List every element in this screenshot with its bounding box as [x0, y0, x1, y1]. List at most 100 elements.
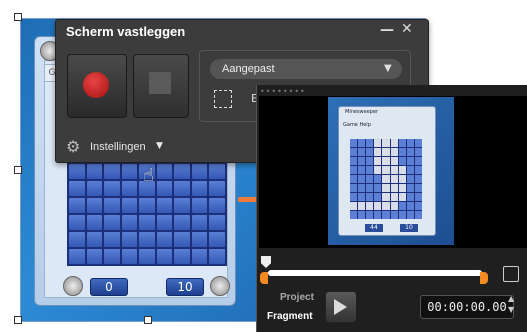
mine-cell[interactable]	[156, 181, 173, 196]
preview-cell	[366, 193, 374, 201]
preview-cell	[366, 175, 374, 183]
close-icon[interactable]: ✕	[401, 21, 413, 37]
mine-cell[interactable]	[104, 249, 120, 264]
mine-cell[interactable]	[174, 215, 190, 230]
timecode-down-icon[interactable]: ▼	[508, 305, 514, 314]
mine-cell[interactable]	[191, 198, 208, 213]
mine-cell[interactable]	[191, 249, 208, 264]
mine-cell[interactable]	[139, 249, 155, 264]
gear-icon[interactable]: ⚙	[66, 137, 80, 156]
timeline-track[interactable]	[268, 270, 482, 276]
minimize-icon[interactable]: —	[380, 22, 394, 38]
preview-cell	[382, 193, 390, 201]
selection-handle[interactable]	[14, 166, 22, 174]
mine-cell[interactable]	[86, 181, 103, 196]
mine-cell[interactable]	[121, 215, 138, 230]
mine-cell[interactable]	[156, 164, 173, 179]
mine-cell[interactable]	[104, 198, 120, 213]
mine-cell[interactable]	[69, 249, 85, 264]
mine-cell[interactable]	[156, 232, 173, 247]
preview-cell	[374, 202, 382, 210]
mine-cell[interactable]	[209, 164, 225, 179]
mine-cell[interactable]	[191, 164, 208, 179]
mine-cell[interactable]	[69, 198, 85, 213]
capture-mode-dropdown[interactable]: Aangepast	[210, 59, 402, 79]
preview-cell	[350, 211, 358, 219]
mine-cell[interactable]	[209, 198, 225, 213]
preview-cell	[366, 202, 374, 210]
trim-end-handle[interactable]	[480, 272, 488, 284]
preview-cell	[398, 184, 406, 192]
preview-cell	[358, 139, 366, 147]
mine-cell[interactable]	[104, 164, 120, 179]
project-label[interactable]: Project	[280, 292, 314, 303]
preview-cell	[350, 166, 358, 174]
mine-cell[interactable]	[191, 232, 208, 247]
preview-cell	[374, 166, 382, 174]
preview-cell	[406, 193, 414, 201]
timer-counter: 10	[166, 278, 204, 296]
preview-cell	[366, 157, 374, 165]
preview-cell	[390, 202, 398, 210]
selection-handle[interactable]	[14, 316, 22, 324]
timecode-field[interactable]: 00:00:00.00	[420, 295, 514, 319]
mine-cell[interactable]	[209, 181, 225, 196]
settings-chevron-icon: ▼	[156, 141, 163, 151]
mine-cell[interactable]	[139, 232, 155, 247]
mine-cell[interactable]	[121, 164, 138, 179]
mine-cell[interactable]	[86, 249, 103, 264]
preview-cell	[382, 166, 390, 174]
mine-cell[interactable]	[139, 198, 155, 213]
mine-cell[interactable]	[69, 181, 85, 196]
mine-cell[interactable]	[174, 198, 190, 213]
mine-cell[interactable]	[174, 181, 190, 196]
mine-cell[interactable]	[156, 249, 173, 264]
mine-cell[interactable]	[121, 198, 138, 213]
mine-cell[interactable]	[86, 198, 103, 213]
fragment-label[interactable]: Fragment	[267, 311, 313, 322]
selection-handle[interactable]	[14, 13, 22, 21]
mine-cell[interactable]	[86, 215, 103, 230]
mine-cell[interactable]	[191, 215, 208, 230]
mine-cell[interactable]	[121, 249, 138, 264]
mine-cell[interactable]	[209, 232, 225, 247]
mine-cell[interactable]	[86, 164, 103, 179]
mine-cell[interactable]	[139, 215, 155, 230]
preview-cell	[382, 184, 390, 192]
mine-cell[interactable]	[104, 232, 120, 247]
mine-cell[interactable]	[156, 215, 173, 230]
timecode-up-icon[interactable]: ▲	[508, 294, 514, 303]
mine-cell[interactable]	[69, 164, 85, 179]
region-select-icon[interactable]	[214, 90, 232, 108]
preview-cell	[350, 184, 358, 192]
mine-cell[interactable]	[121, 232, 138, 247]
mine-cell[interactable]	[104, 215, 120, 230]
preview-cell	[358, 148, 366, 156]
record-icon	[83, 72, 109, 98]
panel-grip[interactable]: ••••••••	[260, 87, 306, 96]
preview-cell	[398, 193, 406, 201]
preview-cell	[398, 202, 406, 210]
copy-icon[interactable]	[503, 266, 519, 282]
preview-minesweeper-grid	[350, 139, 422, 219]
mine-cell[interactable]	[69, 215, 85, 230]
preview-cell	[350, 148, 358, 156]
mine-cell[interactable]	[174, 232, 190, 247]
mine-cell[interactable]	[104, 181, 120, 196]
preview-cell	[414, 148, 422, 156]
mine-cell[interactable]	[86, 232, 103, 247]
mine-cell[interactable]	[121, 181, 138, 196]
preview-cell	[374, 211, 382, 219]
selection-handle[interactable]	[144, 316, 152, 324]
mine-cell[interactable]	[209, 215, 225, 230]
mine-cell[interactable]	[209, 249, 225, 264]
preview-cell	[382, 211, 390, 219]
mine-cell[interactable]	[156, 198, 173, 213]
settings-button[interactable]: Instellingen	[90, 141, 146, 153]
chevron-down-icon: ▼	[384, 63, 392, 74]
mine-cell[interactable]	[191, 181, 208, 196]
trim-start-handle[interactable]	[260, 272, 268, 284]
mine-cell[interactable]	[174, 164, 190, 179]
mine-cell[interactable]	[69, 232, 85, 247]
mine-cell[interactable]	[174, 249, 190, 264]
